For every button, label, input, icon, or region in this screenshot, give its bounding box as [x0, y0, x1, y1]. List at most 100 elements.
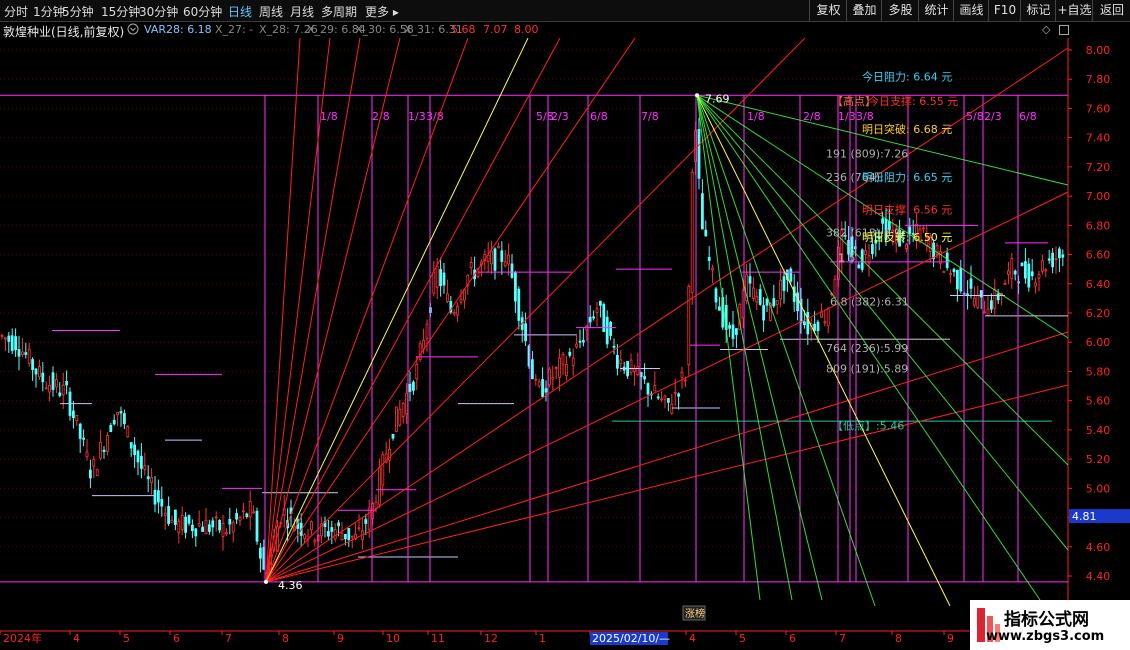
candle-body: [782, 276, 786, 291]
price-tick-label-6: 6.80: [1086, 219, 1111, 232]
candle-body: [701, 193, 704, 230]
period-tab-7[interactable]: 周线: [259, 3, 283, 20]
candle-body: [554, 366, 558, 370]
candle-body: [575, 343, 578, 348]
candle-body: [0, 335, 4, 337]
candle-body: [143, 465, 147, 470]
candle-body: [469, 262, 473, 269]
chevron-down-circle-icon[interactable]: [127, 23, 139, 38]
candle-body: [496, 245, 500, 249]
price-tick-label-5: 7.00: [1086, 190, 1111, 203]
candle-body: [826, 308, 830, 326]
candle-body: [534, 378, 538, 381]
candle-body: [922, 227, 925, 230]
candle-body: [160, 499, 164, 507]
candle-body: [17, 349, 21, 357]
candle-body: [129, 442, 133, 449]
period-tab-2[interactable]: 5分钟: [62, 3, 94, 20]
price-tick-label-8: 6.40: [1086, 278, 1111, 291]
period-tab-1[interactable]: 1分钟: [33, 3, 65, 20]
candle-body: [986, 308, 990, 316]
annotation-14: 【低点】:5.46: [832, 420, 904, 433]
candle-body: [180, 514, 184, 530]
diamond-icon[interactable]: ◇: [1042, 23, 1050, 36]
toolbar-button-8[interactable]: 返回: [1092, 0, 1130, 21]
close-icon[interactable]: [1059, 25, 1069, 38]
candle-body: [95, 469, 99, 477]
period-tab-8[interactable]: 月线: [290, 3, 314, 20]
fraction-label-left-7: 7/8: [641, 110, 659, 123]
candle-body: [207, 524, 211, 532]
candle-body: [65, 380, 68, 386]
candle-body: [337, 522, 341, 527]
candle-body: [238, 517, 242, 521]
price-tick-label-14: 5.20: [1086, 453, 1111, 466]
toolbar-button-0[interactable]: 复权: [809, 0, 847, 21]
fraction-label-left-3: 3/8: [426, 110, 444, 123]
price-tick-label-10: 6.00: [1086, 336, 1111, 349]
candle-body: [670, 403, 674, 414]
toolbar-button-3[interactable]: 统计: [918, 0, 954, 21]
candle-body: [1024, 261, 1027, 279]
low-point-label: 4.36: [278, 579, 303, 592]
candle-body: [945, 252, 949, 268]
candle-body: [1020, 262, 1024, 267]
candle-body: [983, 311, 986, 314]
time-label-6: 9: [337, 632, 344, 645]
fraction-label-right-4: 5/8: [966, 110, 984, 123]
gann-fan-low-4: [265, 38, 469, 583]
toolbar-button-2[interactable]: 多股: [881, 0, 919, 21]
fraction-label-left-5: 2/3: [551, 110, 569, 123]
candle-body: [680, 371, 684, 378]
candle-body: [803, 321, 806, 326]
candle-body: [224, 532, 228, 535]
candle-body: [558, 357, 561, 378]
period-tab-10[interactable]: 更多 ▸: [365, 3, 399, 20]
toolbar-button-7[interactable]: +自选: [1055, 0, 1093, 21]
candle-body: [806, 312, 810, 335]
period-tab-0[interactable]: 分时: [4, 3, 28, 20]
toolbar-button-6[interactable]: 标记: [1020, 0, 1056, 21]
period-tab-6[interactable]: 日线: [228, 3, 252, 20]
period-tab-4[interactable]: 30分钟: [139, 3, 178, 20]
candle-body: [167, 506, 171, 524]
candle-body: [150, 477, 154, 483]
candle-body: [684, 379, 687, 382]
toolbar-button-1[interactable]: 叠加: [846, 0, 882, 21]
fraction-label-right-2: 1/3: [838, 110, 856, 123]
time-label-1: 4: [73, 632, 80, 645]
candle-body: [1007, 270, 1010, 275]
toolbar-button-4[interactable]: 画线: [953, 0, 989, 21]
candle-body: [44, 387, 48, 390]
candle-body: [711, 267, 714, 271]
period-tab-5[interactable]: 60分钟: [183, 3, 222, 20]
time-label-2: 5: [123, 632, 130, 645]
period-tab-3[interactable]: 15分钟: [101, 3, 140, 20]
candle-body: [10, 335, 14, 351]
candle-body: [126, 425, 130, 438]
candle-body: [996, 293, 1000, 301]
candle-body: [445, 293, 449, 302]
candle-body: [612, 346, 616, 348]
toolbar-button-5[interactable]: F10: [988, 0, 1021, 21]
candle-body: [123, 413, 126, 425]
time-label-4: 7: [225, 632, 232, 645]
candle-body: [619, 359, 623, 365]
period-tab-9[interactable]: 多周期: [321, 3, 357, 20]
date-cursor-label: 2025/02/10/—: [592, 632, 670, 645]
candle-body: [248, 501, 252, 518]
candle-body: [221, 522, 225, 537]
candle-body: [503, 261, 507, 267]
candle-body: [187, 515, 191, 524]
candle-body: [214, 516, 218, 519]
kline-chart[interactable]: 8.00 7.80 7.60 7.40 7.20 7.00 6.80 6.60 6.40 6.20…: [0, 38, 1130, 650]
candle-body: [1034, 282, 1037, 287]
annotation-11: 6 8 (382):6.31: [830, 295, 909, 308]
candle-body: [1010, 258, 1014, 280]
candle-body: [605, 316, 609, 345]
candle-body: [976, 294, 980, 309]
candle-body: [41, 372, 45, 383]
low-point-marker: [264, 579, 268, 584]
candle-body: [303, 534, 307, 539]
candle-body: [190, 524, 194, 532]
